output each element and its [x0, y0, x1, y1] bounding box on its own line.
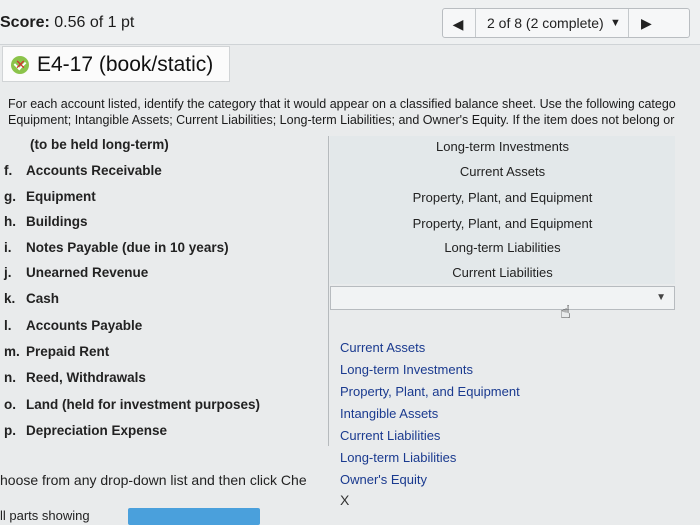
list-item: (to be held long-term): [30, 137, 169, 152]
list-item: j. Unearned Revenue: [4, 265, 148, 280]
question-title: E4-17 (book/static): [37, 53, 214, 76]
dropdown-option[interactable]: Current Assets: [340, 340, 425, 355]
list-item: p. Depreciation Expense: [4, 423, 167, 438]
answer-cell[interactable]: Long-term Investments: [330, 139, 675, 154]
list-item: f. Accounts Receivable: [4, 163, 162, 178]
top-bar: Score: 0.56 of 1 pt ◀ 2 of 8 (2 complete…: [0, 0, 700, 45]
item-letter: l.: [4, 318, 12, 333]
answer-cell[interactable]: Current Assets: [330, 164, 675, 179]
caret-down-icon[interactable]: ▼: [656, 292, 666, 303]
score: Score: 0.56 of 1 pt: [0, 14, 134, 32]
item-letter: k.: [4, 291, 16, 306]
pager-divider: [475, 9, 476, 37]
dropdown-option[interactable]: Owner's Equity: [340, 472, 427, 487]
list-item: i. Notes Payable (due in 10 years): [4, 240, 229, 255]
answer-cell[interactable]: Property, Plant, and Equipment: [330, 216, 675, 231]
triangle-left-icon[interactable]: ◀: [449, 15, 467, 33]
list-item: h. Buildings: [4, 214, 88, 229]
item-label: Prepaid Rent: [26, 344, 110, 359]
parts-showing-label: ll parts showing: [0, 508, 90, 523]
caret-down-icon[interactable]: ▼: [610, 17, 621, 29]
item-label: Accounts Receivable: [26, 163, 162, 178]
item-label: Buildings: [26, 214, 88, 229]
answer-cell[interactable]: Long-term Liabilities: [330, 240, 675, 255]
list-item: o. Land (held for investment purposes): [4, 397, 260, 412]
item-letter: j.: [4, 265, 12, 280]
item-label: Cash: [26, 291, 60, 306]
close-icon[interactable]: X: [340, 492, 349, 508]
question-pager[interactable]: ◀ 2 of 8 (2 complete) ▼ ▶: [442, 8, 690, 38]
score-label: Score:: [0, 14, 50, 31]
item-letter: h.: [4, 214, 16, 229]
answer-cell[interactable]: Current Liabilities: [330, 265, 675, 280]
item-letter: f.: [4, 163, 13, 178]
triangle-right-icon[interactable]: ▶: [641, 15, 652, 32]
column-divider: [328, 136, 329, 446]
instructions: For each account listed, identify the ca…: [8, 96, 700, 128]
item-letter: i.: [4, 240, 12, 255]
pager-divider: [628, 9, 629, 37]
list-item: n. Reed, Withdrawals: [4, 370, 146, 385]
dropdown-option[interactable]: Current Liabilities: [340, 428, 440, 443]
dropdown-option[interactable]: Long-term Investments: [340, 362, 473, 377]
item-label: Land (held for investment purposes): [26, 397, 261, 412]
instruction-line: For each account listed, identify the ca…: [8, 97, 676, 111]
list-item: k. Cash: [4, 291, 59, 306]
item-letter: g.: [4, 189, 16, 204]
answer-select[interactable]: ▼: [330, 286, 675, 310]
instruction-footer: hoose from any drop-down list and then c…: [0, 472, 307, 488]
item-letter: n.: [4, 370, 16, 385]
partial-credit-icon: ✕: [11, 56, 29, 74]
list-item: g. Equipment: [4, 189, 96, 204]
item-letter: m.: [4, 344, 20, 359]
item-label: Notes Payable (due in 10 years): [26, 240, 229, 255]
hand-pointer-icon: ☝: [560, 302, 571, 322]
question-title-box: ✕ E4-17 (book/static): [2, 46, 230, 82]
dropdown-option[interactable]: Long-term Liabilities: [340, 450, 456, 465]
dropdown-option[interactable]: Property, Plant, and Equipment: [340, 384, 520, 399]
parts-button[interactable]: [128, 508, 260, 525]
list-item: m. Prepaid Rent: [4, 344, 109, 359]
dropdown-option[interactable]: Intangible Assets: [340, 406, 438, 421]
answer-column: Long-term Investments Current Assets Pro…: [330, 136, 675, 284]
item-label: Unearned Revenue: [26, 265, 149, 280]
list-item: l. Accounts Payable: [4, 318, 142, 333]
score-value: 0.56 of 1 pt: [54, 14, 135, 31]
pager-label[interactable]: 2 of 8 (2 complete): [487, 15, 604, 31]
item-label: Equipment: [26, 189, 96, 204]
item-label: Depreciation Expense: [26, 423, 168, 438]
item-letter: o.: [4, 397, 16, 412]
item-label: Accounts Payable: [26, 318, 143, 333]
instruction-line: Equipment; Intangible Assets; Current Li…: [8, 113, 675, 127]
answer-cell[interactable]: Property, Plant, and Equipment: [330, 190, 675, 205]
item-letter: p.: [4, 423, 16, 438]
item-label: Reed, Withdrawals: [26, 370, 146, 385]
item-label: (to be held long-term): [30, 137, 169, 152]
